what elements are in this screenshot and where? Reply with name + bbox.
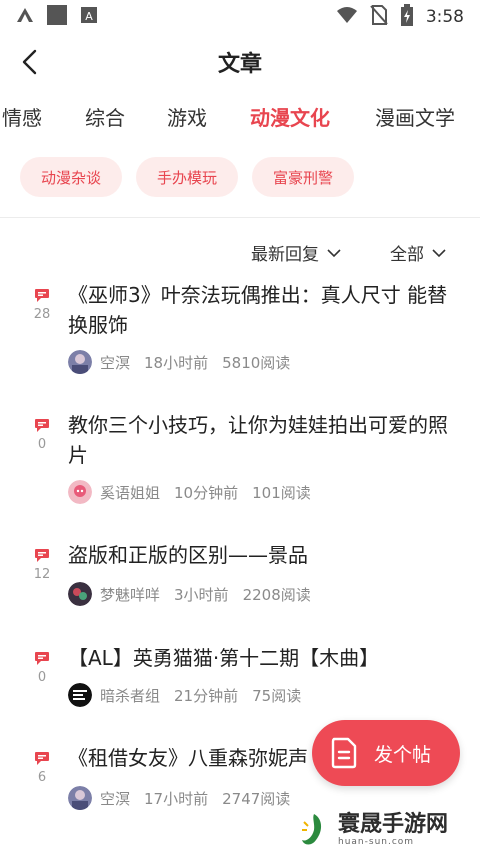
avatar[interactable] [68,786,92,810]
comment-count: 28 [33,307,51,322]
post-time: 18小时前 [144,353,209,372]
author-name[interactable]: 暗杀者组 [100,685,160,706]
watermark-text: 寰晟手游网 [338,811,449,837]
subtag-list: 动漫杂谈 手办模玩 富豪刑警 [20,157,355,197]
subtag-anime-talk[interactable]: 动漫杂谈 [20,157,123,197]
page-title: 文章 [217,52,262,77]
read-count: 2208阅读 [242,585,311,604]
post-item[interactable]: 0 【AL】英勇猫猫·第十二期【木曲】 暗杀者组 21分钟前 75阅读 [0,643,480,718]
scope-dropdown[interactable]: 全部 [390,240,446,265]
post-title[interactable]: 教你三个小技巧，让你为娃娃拍出可爱的照片 [68,410,460,470]
title-bar: 文章 [0,34,480,90]
new-post-button[interactable]: 发个帖 [312,720,460,786]
comment-count-block: 0 [30,651,54,685]
comment-icon [35,549,49,562]
read-count: 2747阅读 [222,789,291,808]
status-bar: A 3:58 [0,0,480,34]
comment-count-block: 28 [30,288,54,322]
category-tabs: 情感 综合 游戏 动漫文化 漫画文学 [0,94,480,142]
comment-count-block: 0 [30,418,54,452]
post-time: 3小时前 [174,585,229,604]
no-sim-icon [370,5,388,29]
comment-count: 0 [37,670,47,685]
watermark-text-block: 寰晟手游网 huan-sun.com [338,811,449,847]
square-notification-icon [46,4,68,30]
tab-comics-literature[interactable]: 漫画文学 [375,102,455,131]
app-notification-icon [16,7,34,27]
post-title[interactable]: 《租借女友》八重森弥妮声 [68,743,318,773]
back-button[interactable] [14,46,46,78]
tab-anime-culture[interactable]: 动漫文化 [250,102,330,131]
avatar[interactable] [68,582,92,606]
post-title[interactable]: 盗版和正版的区别——景品 [68,540,460,570]
comment-icon [35,289,49,302]
avatar[interactable] [68,350,92,374]
edit-document-icon [331,737,357,769]
tab-emotion[interactable]: 情感 [2,102,42,131]
subtag-rich-detective[interactable]: 富豪刑警 [252,157,355,197]
comment-count: 6 [37,770,47,785]
watermark-logo-icon [302,813,322,844]
sort-dropdown[interactable]: 最新回复 [251,240,341,265]
comment-count-block: 6 [30,751,54,785]
subtag-figures[interactable]: 手办模玩 [136,157,239,197]
filter-row: 最新回复 全部 [0,238,480,266]
post-title[interactable]: 《巫师3》叶奈法玩偶推出：真人尺寸 能替换服饰 [68,280,460,340]
battery-charging-icon [400,4,414,30]
divider [0,217,480,218]
avatar[interactable] [68,480,92,504]
post-item[interactable]: 12 盗版和正版的区别——景品 梦魅咩咩 3小时前 2208阅读 [0,540,480,615]
wifi-icon [336,6,358,28]
comment-count-block: 12 [30,548,54,582]
read-count: 75阅读 [252,686,302,705]
author-name[interactable]: 奚语姐姐 [100,482,160,503]
chevron-down-icon [432,248,446,257]
post-info: 奚语姐姐 10分钟前 101阅读 [68,480,311,504]
read-count: 101阅读 [252,483,311,502]
tab-general[interactable]: 综合 [85,102,125,131]
status-time: 3:58 [425,7,464,27]
comment-icon [35,752,49,765]
post-item[interactable]: 28 《巫师3》叶奈法玩偶推出：真人尺寸 能替换服饰 空溟 18小时前 5810… [0,280,480,392]
sort-label: 最新回复 [251,245,319,265]
font-notification-icon: A [80,6,98,28]
tab-games[interactable]: 游戏 [167,102,207,131]
chevron-down-icon [327,248,341,257]
comment-count: 0 [37,437,47,452]
watermark: 寰晟手游网 huan-sun.com [296,806,480,853]
author-name[interactable]: 空溟 [100,352,130,373]
post-item[interactable]: 0 教你三个小技巧，让你为娃娃拍出可爱的照片 奚语姐姐 10分钟前 101阅读 [0,410,480,510]
avatar[interactable] [68,683,92,707]
post-time: 21分钟前 [174,686,239,705]
scope-label: 全部 [390,245,424,265]
post-info: 空溟 17小时前 2747阅读 [68,786,290,810]
comment-icon [35,652,49,665]
svg-text:A: A [85,10,93,23]
new-post-label: 发个帖 [374,743,432,766]
post-title[interactable]: 【AL】英勇猫猫·第十二期【木曲】 [68,643,460,673]
comment-icon [35,419,49,432]
author-name[interactable]: 空溟 [100,788,130,809]
post-info: 梦魅咩咩 3小时前 2208阅读 [68,582,311,606]
chevron-left-icon [22,49,37,75]
comment-count: 12 [33,567,51,582]
post-time: 10分钟前 [174,483,239,502]
post-info: 暗杀者组 21分钟前 75阅读 [68,683,301,707]
watermark-sub: huan-sun.com [338,836,415,847]
author-name[interactable]: 梦魅咩咩 [100,584,160,605]
read-count: 5810阅读 [222,353,291,372]
post-info: 空溟 18小时前 5810阅读 [68,350,290,374]
post-time: 17小时前 [144,789,209,808]
